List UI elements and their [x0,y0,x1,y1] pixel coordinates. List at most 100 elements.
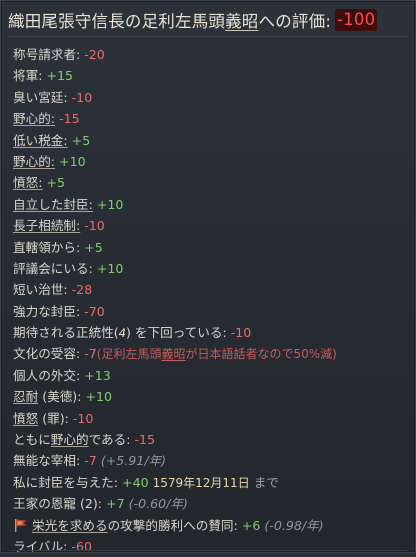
modifier-label: 将軍: [13,68,43,84]
modifier-value: +5 [84,239,103,255]
modifier-label: 無能な宰相: [13,453,81,469]
opinion-total-badge: -100 [335,9,378,31]
modifier-row: 無能な宰相: -7 (+5.91/年) [13,450,411,471]
modifier-value: -15 [59,111,80,127]
modifier-value: -10 [71,89,93,105]
modifier-trend: (-0.60/年) [128,496,188,512]
note-character-link[interactable]: 義昭 [161,347,185,361]
modifier-label: 個人の外交: [13,367,81,383]
modifier-row: 憤怒: +5 [13,172,411,193]
header-suffix: への評価: [258,12,332,31]
modifier-label-link[interactable]: 憤怒 [13,411,38,426]
modifier-label-part: (罪): [38,410,69,426]
modifier-row: 評議会にいる: +10 [13,258,411,279]
modifier-value: -10 [72,410,94,426]
modifier-label-link[interactable]: 忍耐 [13,389,38,404]
modifier-row: 長子相続制: -10 [13,215,411,236]
modifier-label: 期待される正統性(4) を下回っている: [13,325,227,340]
modifier-label: 直轄領から: [13,239,81,255]
modifier-row: 野心的: -15 [13,108,411,129]
modifier-row: 王家の恩寵 (2): +7 (-0.60/年) [13,493,411,514]
modifier-value: -20 [84,47,105,62]
modifier-row: 野心的: +10 [13,151,411,172]
modifier-value: +10 [85,389,113,405]
modifier-label: ライバル: [13,538,68,554]
modifier-row: 強力な封臣: -70 [13,301,411,322]
modifier-value: +5 [71,132,91,148]
modifier-row: ライバル: -60 [13,536,411,557]
modifier-label: 評議会にいる: [13,260,93,276]
modifier-label: 臭い宮廷: [13,89,68,105]
modifier-label-link[interactable]: 自立した封臣: [13,197,93,212]
modifier-row: 期待される正統性(4) を下回っている: -10 [13,322,411,343]
modifier-expiry-suffix: まで [253,474,279,490]
modifier-label-link[interactable]: 長子相続制: [13,218,80,233]
modifier-label: 私に封臣を与えた: [13,474,118,490]
opinion-tooltip: 織田尾張守信長の足利左馬頭 義昭 への評価: -100 称号請求者: -20 将軍: … [0,0,416,554]
modifier-value: +13 [84,367,111,383]
opinion-header: 織田尾張守信長の足利左馬頭 義昭 への評価: -100 [8,7,378,33]
note-part: (足利左馬頭 [96,347,162,362]
modifier-value: +5 [46,175,66,191]
modifier-value: +10 [59,153,86,169]
tooltip-bottom-border [9,550,407,551]
modifier-value: -7 [84,453,97,469]
note-part: が日本語話者なので50%減) [185,347,337,362]
header-divider [9,36,407,37]
modifier-label-link[interactable]: 低い税金: [13,133,68,148]
banner-icon [15,518,26,532]
modifier-value: -7 [84,346,97,362]
modifier-value: -70 [84,303,105,319]
modifier-value: -15 [134,432,156,448]
modifier-label: 称号請求者: [13,47,81,62]
modifier-row: 低い税金: +5 [13,130,411,151]
modifier-row: 個人の外交: +13 [13,365,411,386]
modifier-label: ともに野心的である: [13,432,130,447]
modifier-label: 強力な封臣: [13,303,81,319]
modifier-row: 短い治世: -28 [13,279,411,300]
modifier-row: 憤怒 (罪): -10 [13,408,411,429]
modifier-row: 私に封臣を与えた: +40 1579年12月11日 まで [13,472,411,493]
modifier-label: 短い治世: [13,282,68,298]
modifier-value: -28 [71,282,93,298]
opinion-modifier-list: 称号請求者: -20 将軍: +15 臭い宮廷: -10 野心的: -15 低い… [13,44,411,557]
modifier-row: 称号請求者: -20 [13,44,411,65]
modifier-value: -60 [71,538,92,554]
modifier-label-part: ) を下回っている: [126,325,227,341]
modifier-value: +15 [46,68,74,84]
modifier-label-link[interactable]: 憤怒: [13,175,42,190]
modifier-trend: (-0.98/年) [264,517,324,533]
modifier-value: +40 [122,474,149,490]
modifier-row: ともに野心的である: -15 [13,429,411,450]
modifier-note: (足利左馬頭義昭が日本語話者なので50%減) [97,347,337,361]
modifier-label-part: ともに [13,432,51,448]
modifier-label-part: 期待される正統性( [13,325,119,341]
modifier-label-link[interactable]: 野心的 [51,432,89,447]
modifier-row: 将軍: +15 [13,65,411,86]
modifier-value: +7 [106,496,125,512]
modifier-expiry-date: 1579年12月11日 [152,475,250,490]
modifier-row: 直轄領から: +5 [13,237,411,258]
modifier-row: 臭い宮廷: -10 [13,87,411,108]
modifier-label-part: の攻撃的勝利への賛同: [107,517,238,533]
modifier-row: 忍耐 (美徳): +10 [13,386,411,407]
modifier-row: 栄光を求めるの攻撃的勝利への賛同: +6 (-0.98/年) [13,515,411,536]
header-prefix: 織田尾張守信長の足利左馬頭 [8,12,226,31]
modifier-label-link[interactable]: 野心的: [13,154,55,169]
modifier-label: 忍耐 (美徳): [13,389,81,404]
modifier-label: 王家の恩寵 (2): [13,496,103,512]
modifier-row: 自立した封臣: +10 [13,194,411,215]
modifier-trend: (+5.91/年) [100,453,167,469]
modifier-label-link[interactable]: 野心的: [13,111,55,126]
header-character-link[interactable]: 義昭 [225,8,258,32]
modifier-label-part: である: [88,432,131,448]
modifier-label: 文化の受容: [13,346,81,362]
modifier-value: +10 [96,260,124,276]
modifier-value: -10 [84,218,105,234]
modifier-value: +6 [241,517,261,533]
modifier-label: 憤怒 (罪): [13,411,69,426]
modifier-row: 文化の受容: -7(足利左馬頭義昭が日本語話者なので50%減) [13,343,411,364]
modifier-label-part: (美徳): [38,389,82,405]
modifier-value: -10 [230,325,252,341]
modifier-label-link[interactable]: 栄光を求める [32,518,108,533]
